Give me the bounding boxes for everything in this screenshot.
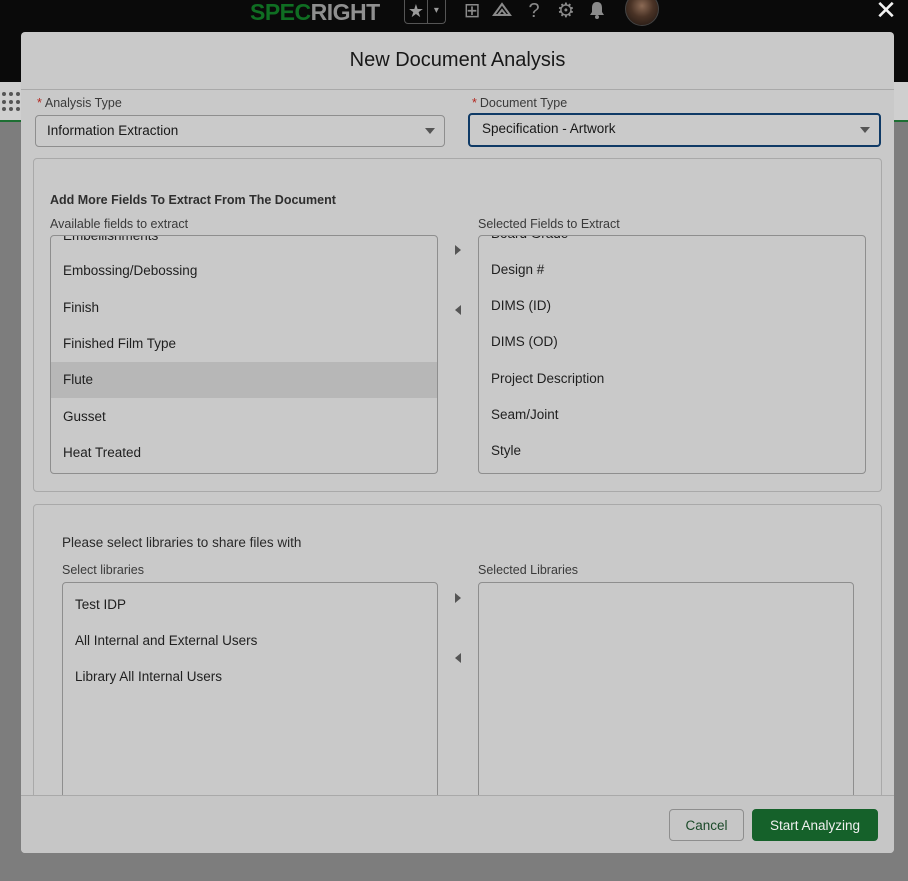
list-item[interactable]: Design # [479, 252, 865, 288]
selected-libraries-label: Selected Libraries [478, 563, 579, 577]
analysis-type-select[interactable]: Information Extraction [35, 115, 445, 147]
arrow-right-icon [455, 593, 461, 603]
list-item[interactable]: Project Description [479, 361, 865, 397]
list-item[interactable]: Finish [51, 290, 437, 326]
list-item[interactable]: Finished Film Type [51, 326, 437, 362]
gear-icon[interactable]: ⚙ [554, 0, 578, 24]
list-item[interactable]: All Internal and External Users [63, 623, 437, 659]
select-libraries-label: Select libraries [62, 563, 144, 577]
list-item[interactable]: DIMS (ID) [479, 288, 865, 324]
add-library-button[interactable] [450, 590, 466, 606]
available-libraries-listbox[interactable]: Test IDP All Internal and External Users… [62, 582, 438, 795]
selected-libraries-listbox[interactable] [478, 582, 854, 795]
list-item[interactable]: Embellishments [51, 236, 437, 254]
list-item[interactable]: Gusset [51, 399, 437, 435]
available-fields-label: Available fields to extract [50, 217, 189, 231]
required-asterisk: * [37, 96, 42, 110]
list-item[interactable]: Library All Internal Users [63, 659, 437, 695]
remove-library-button[interactable] [450, 650, 466, 666]
list-item[interactable]: Test IDP [63, 587, 437, 623]
trailhead-icon[interactable] [490, 0, 514, 24]
selected-fields-listbox[interactable]: Board Grade Design # DIMS (ID) DIMS (OD)… [478, 235, 866, 474]
document-type-label: * Document Type [472, 96, 568, 110]
arrow-left-icon [455, 653, 461, 663]
list-item[interactable]: Seam/Joint [479, 397, 865, 433]
close-icon[interactable]: ✕ [874, 0, 898, 23]
arrow-left-icon [455, 305, 461, 315]
user-avatar[interactable] [625, 0, 659, 26]
list-item[interactable]: Board Grade [479, 236, 865, 252]
list-item-selected[interactable]: Flute [51, 362, 437, 398]
available-fields-listbox[interactable]: Embellishments Embossing/Debossing Finis… [50, 235, 438, 474]
star-icon[interactable]: ★ [405, 0, 428, 23]
libraries-prompt: Please select libraries to share files w… [62, 535, 302, 550]
bell-icon[interactable] [585, 0, 609, 24]
chevron-down-icon [860, 127, 870, 133]
move-to-available-button[interactable] [450, 302, 466, 318]
specright-logo[interactable]: SPECRIGHT [250, 0, 380, 24]
document-type-select[interactable]: Specification - Artwork [468, 113, 881, 147]
chevron-down-icon [425, 128, 435, 134]
extract-fields-heading: Add More Fields To Extract From The Docu… [50, 193, 336, 207]
help-icon[interactable]: ? [522, 0, 546, 24]
start-analyzing-button[interactable]: Start Analyzing [752, 809, 878, 841]
share-libraries-panel: Please select libraries to share files w… [33, 504, 882, 795]
modal-footer: Cancel Start Analyzing [21, 795, 894, 853]
modal-title: New Document Analysis [349, 49, 566, 71]
modal-header: New Document Analysis [21, 32, 894, 90]
list-item[interactable]: DIMS (OD) [479, 324, 865, 360]
app-launcher-icon[interactable] [2, 92, 22, 112]
chevron-down-icon[interactable]: ▾ [428, 0, 445, 23]
list-item[interactable]: Embossing/Debossing [51, 253, 437, 289]
cancel-button[interactable]: Cancel [669, 809, 744, 841]
favorites-button-group: ★ ▾ [404, 0, 446, 24]
modal-body: * Analysis Type Information Extraction * D… [21, 90, 894, 795]
extract-fields-panel: Add More Fields To Extract From The Docu… [33, 158, 882, 492]
add-icon[interactable]: ⊞ [460, 0, 484, 24]
analysis-type-label: * Analysis Type [37, 96, 122, 110]
selected-fields-label: Selected Fields to Extract [478, 217, 620, 231]
list-item[interactable]: Heat Treated [51, 435, 437, 471]
required-asterisk: * [472, 96, 477, 110]
arrow-right-icon [455, 245, 461, 255]
new-document-analysis-modal: New Document Analysis * Analysis Type Inf… [21, 32, 894, 853]
list-item[interactable]: Style [479, 433, 865, 469]
move-to-selected-button[interactable] [450, 242, 466, 258]
